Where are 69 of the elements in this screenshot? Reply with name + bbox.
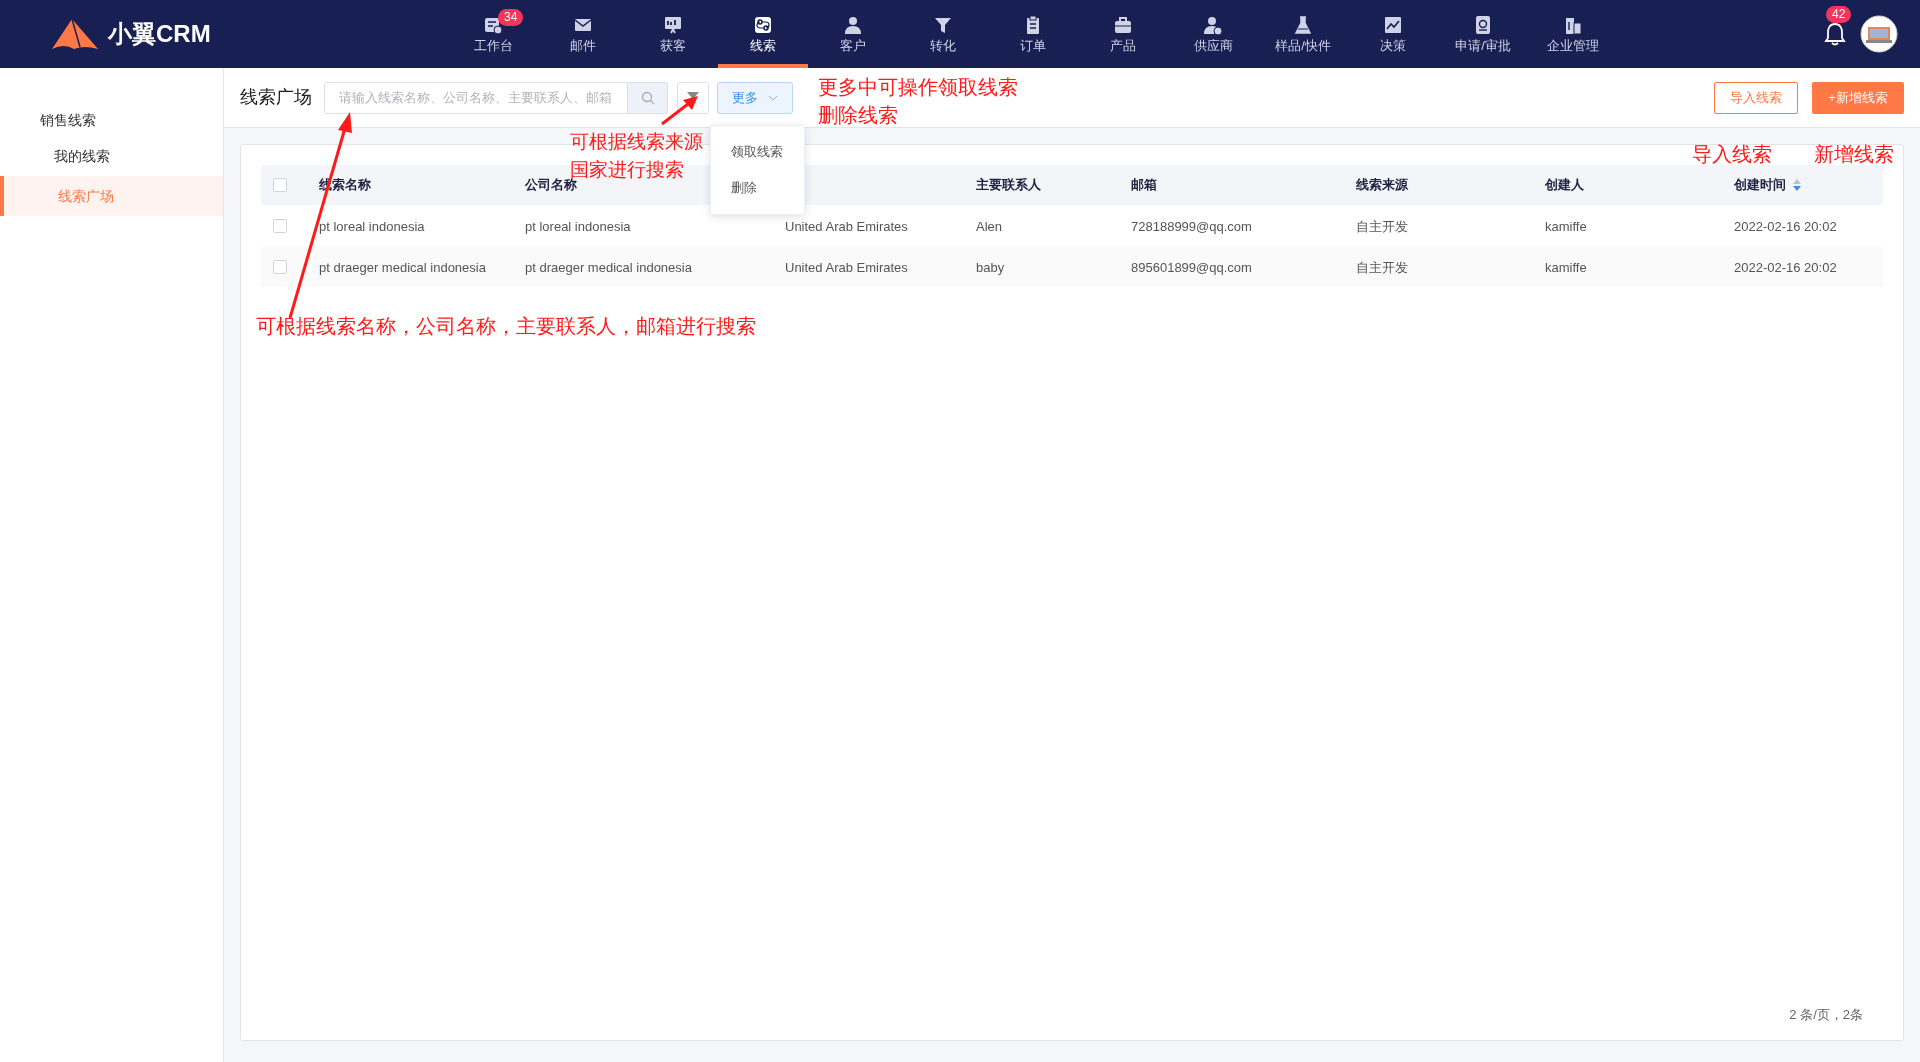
annotation-text: 可根据线索来源	[570, 130, 703, 154]
checkbox[interactable]	[273, 218, 287, 233]
person-icon	[843, 14, 863, 35]
page-title: 线索广场	[240, 86, 312, 109]
notification-badge: 42	[1826, 6, 1852, 23]
annotation-text: 国家进行搜索	[570, 158, 685, 180]
table-cell: pt loreal indonesia	[525, 218, 631, 234]
column-header[interactable]: 创建时间	[1734, 175, 1786, 195]
table-cell: 2022-02-16 20:02	[1734, 218, 1837, 234]
annotation-text: 导入线索	[1692, 142, 1772, 167]
menu-item[interactable]: 删除	[711, 169, 804, 206]
nav-tab[interactable]: 申请/审批	[1438, 0, 1528, 68]
flask-icon	[1293, 14, 1313, 35]
table-cell: pt draeger medical indonesia	[319, 259, 486, 275]
briefcase-icon	[1113, 14, 1133, 35]
search-field[interactable]: 请输入线索名称、公司名称、主要联系人、邮箱	[324, 81, 628, 114]
sort-icon[interactable]	[1792, 178, 1802, 192]
table-cell: United Arab Emirates	[785, 218, 908, 234]
logo-text: 小翼CRM	[108, 19, 211, 49]
nav-tab[interactable]: 产品	[1078, 0, 1168, 68]
table-cell: pt loreal indonesia	[319, 218, 425, 234]
document-icon	[1473, 14, 1493, 35]
annotation-arrow	[661, 96, 698, 126]
count-badge: 34	[498, 9, 524, 26]
avatar[interactable]	[1860, 15, 1898, 53]
sidebar-item[interactable]: 我的线索	[0, 136, 223, 176]
table-cell: 728188999@qq.com	[1131, 218, 1252, 234]
menu-item[interactable]: 领取线索	[711, 133, 804, 170]
nav-tab[interactable]: 样品/快件	[1258, 0, 1348, 68]
annotation-text: 新增线索	[1814, 142, 1894, 167]
nav-tab[interactable]: 供应商	[1168, 0, 1258, 68]
table-cell: pt draeger medical indonesia	[525, 259, 692, 275]
nav-tab[interactable]: 企业管理	[1528, 0, 1618, 68]
person-icon	[1203, 14, 1223, 35]
column-header[interactable]: 邮箱	[1131, 175, 1157, 195]
chart-icon	[1383, 14, 1403, 35]
annotation-text: 更多中可操作领取线索	[818, 75, 1018, 100]
nav-tab[interactable]: 获客	[628, 0, 718, 68]
nav-tab[interactable]: 订单	[988, 0, 1078, 68]
nav-tab[interactable]: 转化	[898, 0, 988, 68]
column-header[interactable]: 主要联系人	[976, 175, 1041, 195]
table-cell: 2022-02-16 20:02	[1734, 259, 1837, 275]
presentation-icon	[663, 14, 683, 35]
table-cell: 自主开发	[1356, 259, 1408, 275]
nav-tab[interactable]: 客户	[808, 0, 898, 68]
column-header[interactable]: 线索来源	[1356, 175, 1408, 195]
bell-icon[interactable]	[1824, 22, 1846, 46]
logo-icon	[50, 17, 100, 51]
table-cell: United Arab Emirates	[785, 259, 908, 275]
annotation-text: 可根据线索名称，公司名称，主要联系人，邮箱进行搜索	[256, 314, 756, 339]
nav-tab[interactable]: 工作台 34	[448, 0, 538, 68]
checkbox[interactable]	[273, 178, 287, 192]
column-header[interactable]: 创建人	[1545, 175, 1584, 195]
sidebar-group-title: 销售线索	[39, 111, 97, 130]
checkbox[interactable]	[273, 259, 287, 274]
table-cell: 自主开发	[1356, 218, 1408, 234]
annotation-text: 删除线索	[818, 103, 899, 128]
search-button[interactable]	[628, 81, 668, 114]
table-cell: baby	[976, 259, 1005, 275]
table-cell: 895601899@qq.com	[1131, 259, 1252, 275]
pagination-text: 2 条/页，2条	[1789, 1005, 1863, 1024]
link-icon	[753, 14, 773, 35]
table-cell: Alen	[976, 218, 1003, 234]
chevron-down-icon	[768, 94, 778, 101]
table-cell: kamiffe	[1545, 259, 1587, 275]
table-cell: kamiffe	[1545, 218, 1587, 234]
nav-tab[interactable]: 邮件	[538, 0, 628, 68]
nav-tab[interactable]: 决策	[1348, 0, 1438, 68]
search-icon	[640, 90, 655, 105]
